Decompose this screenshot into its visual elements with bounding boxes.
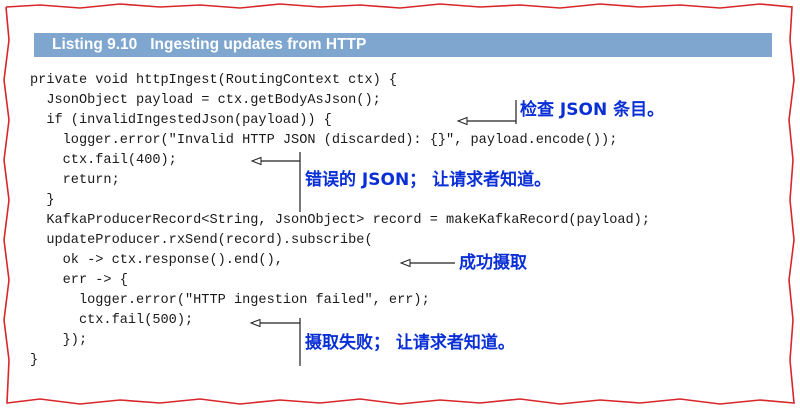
- annotation-failure: 摄取失败； 让请求者知道。: [305, 333, 515, 353]
- annotation-success: 成功摄取: [459, 253, 527, 273]
- annotation-check-json: 检查 JSON 条目。: [520, 100, 665, 120]
- arrowhead-check-json: [456, 116, 468, 126]
- arrowhead-failure: [249, 318, 261, 328]
- annotation-bad-json: 错误的 JSON； 让请求者知道。: [305, 170, 552, 190]
- arrowhead-bad-json: [250, 156, 262, 166]
- arrowhead-success: [399, 258, 411, 268]
